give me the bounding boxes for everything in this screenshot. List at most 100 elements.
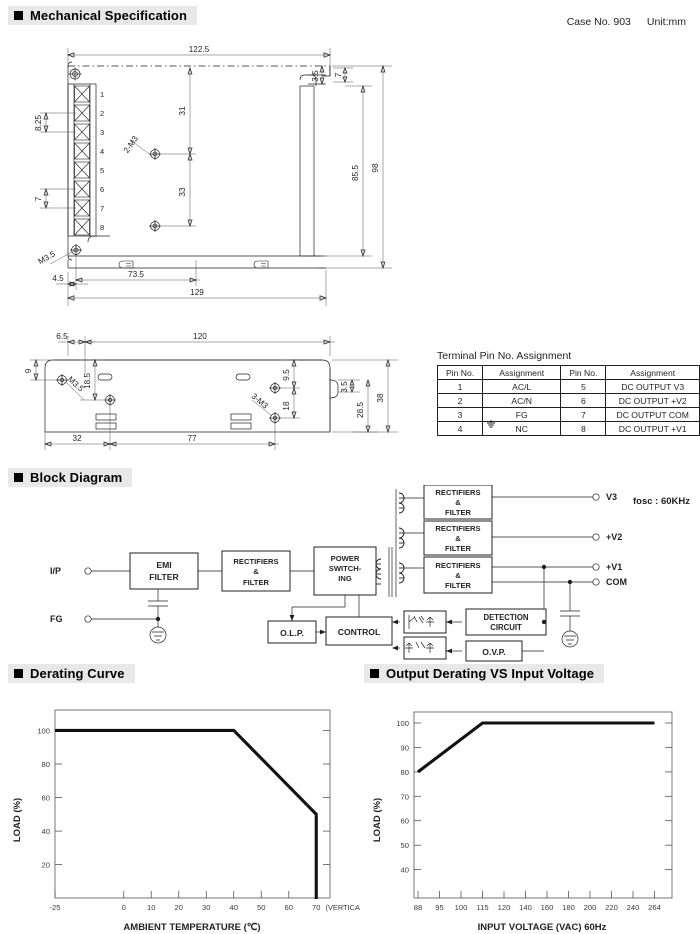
ytick-r-60: 60	[401, 817, 409, 826]
xtick-95: 95	[435, 903, 443, 912]
output-label-v2: +V2	[606, 532, 622, 542]
ytick-r-50: 50	[401, 841, 409, 850]
block-rect-v1-line1: RECTIFIERS	[435, 561, 480, 570]
y-axis-label-right: LOAD (%)	[372, 798, 383, 842]
block-detection-line2: CIRCUIT	[490, 623, 522, 632]
block-rect-v2-line2: &	[455, 534, 461, 543]
mechanical-side-view: 6.5 120 9 M3.5 18.5 3-M3 9.5 18 3.5 28.5…	[24, 332, 398, 450]
block-emi-line2: FILTER	[149, 572, 179, 582]
terminal-pin-table: Pin No. Assignment Pin No. Assignment 1 …	[436, 365, 700, 436]
x-axis-ticks-left: -25 0 10 20 30 40 50 60 70 (VERTICAL)	[50, 891, 360, 912]
ytick-40: 40	[42, 827, 50, 836]
transformer-primary	[375, 558, 382, 585]
table-row: 3 FG 7 DC OUTPUT COM	[436, 407, 700, 427]
block-diagram: I/P FG EMI FILTER RECTIFIERS & FILTER PO…	[50, 485, 627, 662]
x-axis-label-left: AMBIENT TEMPERATURE (℃)	[123, 922, 260, 933]
terminal-pin-table-wrap: Terminal Pin No. Assignment Pin No. Assi…	[436, 350, 700, 436]
block-ps-line1: POWER	[331, 554, 360, 563]
pin-label-2: 2	[100, 109, 104, 118]
ytick-r-40: 40	[401, 866, 409, 875]
bullet-icon	[14, 11, 23, 20]
xtick-88: 88	[414, 903, 422, 912]
table-row: 4 NC 8 DC OUTPUT +V1	[436, 421, 700, 436]
cell-pin-8: 8	[560, 421, 607, 436]
block-detection-line1: DETECTION	[483, 613, 528, 622]
y-axis-ticks-right: 100 90 80 70 60 50 40	[396, 719, 672, 875]
dim-129: 129	[190, 288, 204, 297]
xtick-m25: -25	[50, 903, 61, 912]
cell-pin-4: 4	[436, 421, 484, 436]
cell-assign-7: DC OUTPUT COM	[605, 407, 700, 422]
ytick-80: 80	[42, 760, 50, 769]
dim-3-m3: 3-M3	[250, 392, 270, 411]
cell-pin-7: 7	[560, 407, 607, 422]
y-axis-label-left: LOAD (%)	[12, 798, 23, 842]
pin-label-3: 3	[100, 128, 104, 137]
block-emi-line1: EMI	[156, 560, 171, 570]
xtick-120: 120	[498, 903, 511, 912]
cell-assign-3: FG	[482, 407, 562, 427]
dim-3-5-top: 3.5	[311, 70, 320, 82]
chart-derating-curve: 100 80 60 40 20 -25 0 10 20 30 40 50 60 …	[12, 709, 360, 933]
y-axis-ticks-left: 100 80 60 40 20	[37, 726, 330, 870]
block-rect-v1-line3: FILTER	[445, 581, 472, 590]
case-number: Case No. 903	[566, 16, 631, 28]
xtick-70: 70	[312, 903, 320, 912]
x-axis-label-right: INPUT VOLTAGE (VAC) 60Hz	[478, 922, 607, 933]
case-note: Case No. 903 Unit:mm	[567, 16, 686, 28]
bullet-icon	[14, 669, 23, 678]
dim-98: 98	[371, 163, 380, 173]
dim-31: 31	[178, 106, 187, 116]
block-rect-v1-line2: &	[455, 571, 461, 580]
section-header-output-derating: Output Deratinɡ VS Input Voltage	[364, 664, 605, 683]
dim-m3-5-top: M3.5	[37, 249, 58, 266]
pin-label-1: 1	[100, 90, 104, 99]
block-rect-in-line2: &	[253, 567, 259, 576]
bullet-icon	[14, 473, 23, 482]
dim-9-5: 9.5	[282, 369, 291, 381]
xtick-160: 160	[541, 903, 554, 912]
cell-assign-5: DC OUTPUT V3	[605, 379, 700, 394]
xtick-20: 20	[175, 903, 183, 912]
unit-label: Unit:mm	[646, 16, 686, 28]
dim-4-5: 4.5	[52, 274, 64, 283]
dim-2-m3: 2-M3	[122, 134, 140, 155]
dim-6-5: 6.5	[56, 332, 68, 341]
block-emi-filter	[129, 552, 199, 590]
block-ovp-label: O.V.P.	[482, 647, 505, 657]
xtick-200: 200	[584, 903, 597, 912]
xtick-240: 240	[627, 903, 640, 912]
dim-120: 120	[193, 332, 207, 341]
xtick-264: 264	[648, 903, 661, 912]
block-rect-v3-line1: RECTIFIERS	[435, 488, 480, 497]
table-header-row: Pin No. Assignment Pin No. Assignment	[436, 365, 700, 380]
dim-9: 9	[24, 368, 33, 373]
block-ps-line3: ING	[338, 574, 352, 583]
optocoupler-bottom	[403, 636, 447, 660]
block-rect-v2-line3: FILTER	[445, 544, 472, 553]
xtick-30: 30	[202, 903, 210, 912]
dim-122-5: 122.5	[189, 45, 210, 54]
transformer-secondaries	[398, 492, 405, 584]
dim-38: 38	[376, 393, 385, 403]
ytick-60: 60	[42, 794, 50, 803]
cell-pin-6: 6	[560, 393, 607, 408]
block-olp-label: O.L.P.	[280, 628, 304, 638]
cell-pin-2: 2	[436, 393, 484, 408]
xtick-60: 60	[285, 903, 293, 912]
block-ps-line2: SWITCH-	[329, 564, 362, 573]
mounting-holes-2m3	[149, 148, 161, 232]
section-title-mechanical: Mechanical Specification	[30, 8, 188, 23]
pin-label-5: 5	[100, 166, 104, 175]
section-header-mechanical: Mechanical Specification	[8, 6, 198, 25]
port-label-fg: FG	[50, 614, 63, 624]
xtick-180: 180	[562, 903, 575, 912]
dim-85-5: 85.5	[351, 165, 360, 181]
block-rect-v2-line1: RECTIFIERS	[435, 524, 480, 533]
cell-assign-1: AC/L	[482, 379, 562, 394]
bullet-icon	[370, 669, 379, 678]
xtick-220: 220	[605, 903, 618, 912]
dim-28-5: 28.5	[356, 402, 365, 418]
pin-label-4: 4	[100, 147, 104, 156]
cell-pin-1: 1	[436, 379, 484, 394]
